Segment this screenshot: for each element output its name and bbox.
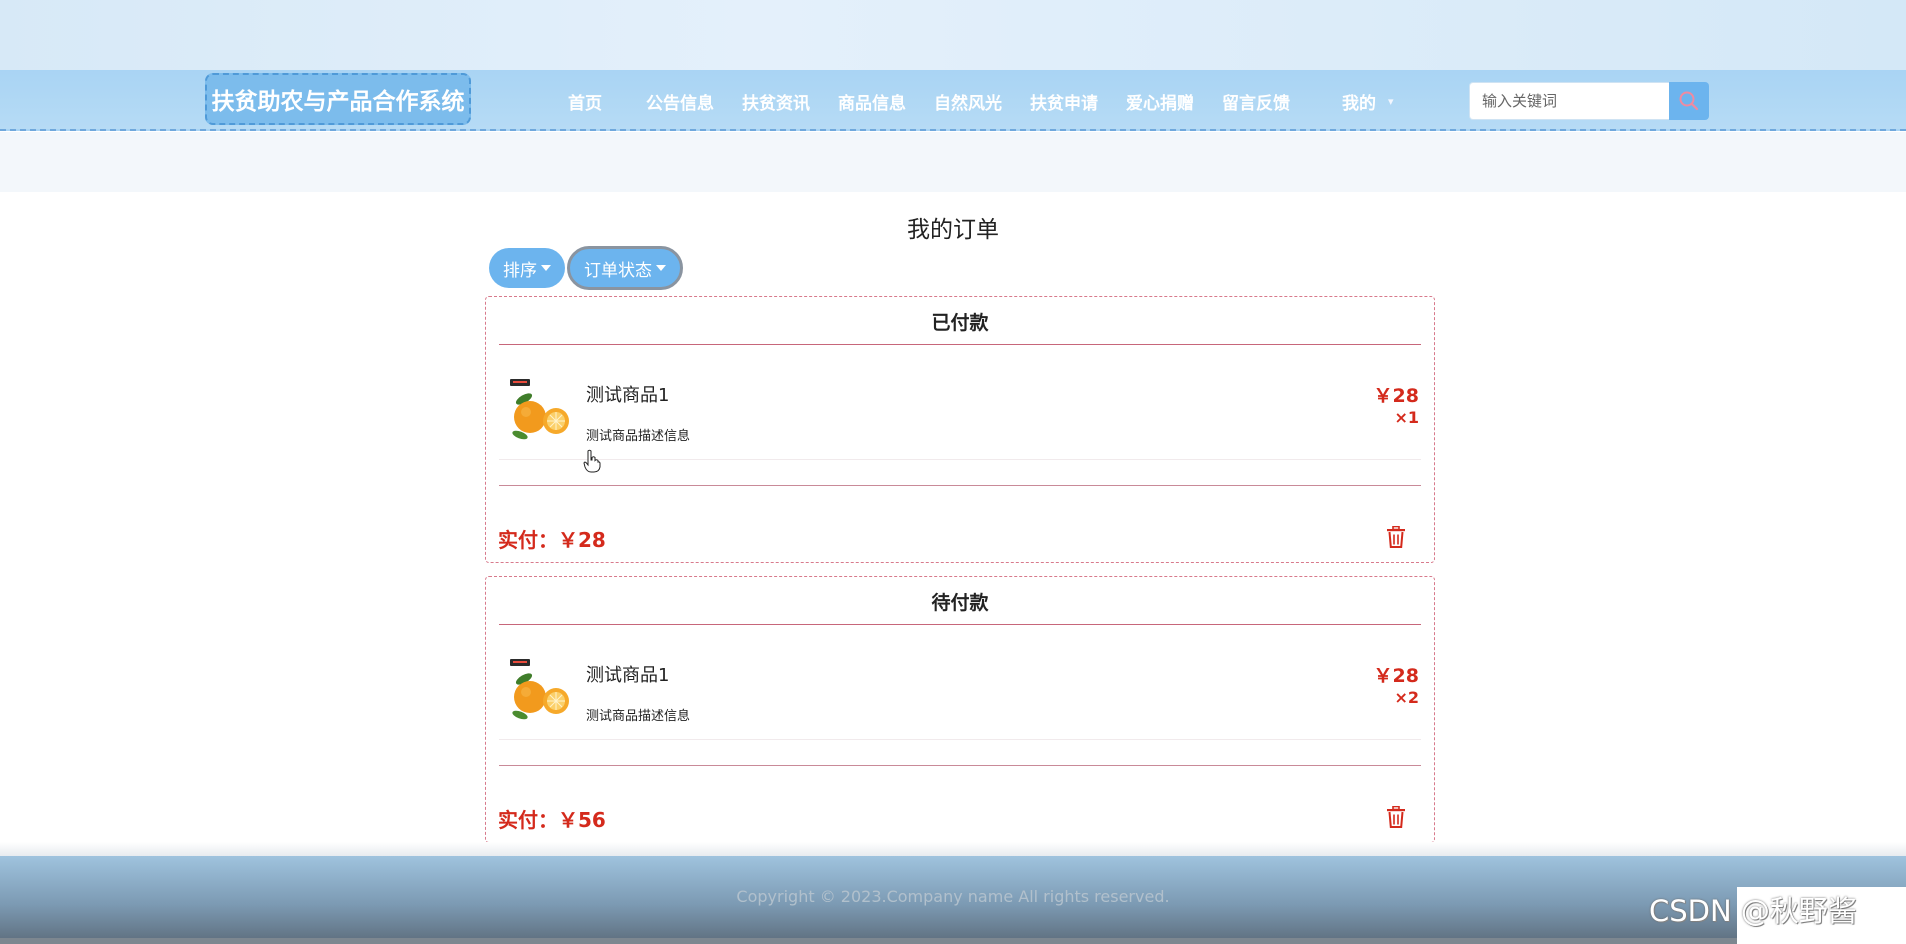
trash-icon[interactable] (1386, 526, 1406, 548)
paid-total: 实付：￥28 (498, 524, 606, 553)
product-thumbnail[interactable] (506, 657, 576, 727)
divider (499, 485, 1421, 486)
nav-item-announcements[interactable]: 公告信息 (646, 88, 714, 114)
paid-amount: ￥28 (558, 528, 606, 552)
nav-item-feedback[interactable]: 留言反馈 (1222, 88, 1290, 114)
product-price: ￥28 (1373, 665, 1419, 687)
chevron-down-icon: ▾ (1388, 94, 1394, 108)
nav-item-products[interactable]: 商品信息 (838, 88, 906, 114)
nav-item-aid-application[interactable]: 扶贫申请 (1030, 88, 1098, 114)
nav-item-mine[interactable]: 我的 ▾ (1342, 88, 1394, 114)
divider (499, 624, 1421, 625)
paid-amount: ￥56 (558, 808, 606, 832)
watermark: CSDN @秋野酱 (1649, 894, 1857, 928)
search-icon (1679, 91, 1699, 111)
order-status: 已付款 (931, 312, 989, 334)
header-under-band (0, 132, 1906, 192)
search-input[interactable] (1469, 82, 1669, 120)
sort-label: 排序 (503, 260, 537, 281)
product-description: 测试商品描述信息 (586, 709, 691, 724)
product-name[interactable]: 测试商品1 (586, 381, 669, 407)
paid-label: 实付： (498, 808, 558, 832)
product-quantity: ×1 (1394, 408, 1419, 427)
order-status-dropdown-button[interactable]: 订单状态 (567, 246, 683, 290)
caret-down-icon (541, 265, 551, 271)
divider (499, 765, 1421, 766)
search-button[interactable] (1669, 82, 1709, 120)
page-title: 我的订单 (907, 217, 999, 243)
hand-cursor-icon (583, 449, 601, 473)
paid-total: 实付：￥56 (498, 804, 606, 833)
nav-item-scenery[interactable]: 自然风光 (934, 88, 1002, 114)
nav-item-home[interactable]: 首页 (568, 88, 602, 114)
product-thumbnail[interactable] (506, 377, 576, 447)
sort-dropdown-button[interactable]: 排序 (489, 248, 565, 288)
nav-item-poverty-news[interactable]: 扶贫资讯 (742, 88, 810, 114)
caret-down-icon (656, 265, 666, 271)
order-card: 待付款 测试商品1 测试商品描述信息 ￥28 ×2 实付：￥56 (485, 576, 1435, 843)
divider (499, 739, 1421, 740)
paid-label: 实付： (498, 528, 558, 552)
footer-edge (0, 938, 1906, 944)
divider (499, 344, 1421, 345)
order-status-label: 订单状态 (584, 260, 652, 281)
site-logo-title[interactable]: 扶贫助农与产品合作系统 (205, 73, 471, 125)
product-quantity: ×2 (1394, 688, 1419, 707)
order-status: 待付款 (931, 592, 989, 614)
footer-shade (0, 842, 1906, 857)
product-price: ￥28 (1373, 385, 1419, 407)
nav-item-donation[interactable]: 爱心捐赠 (1126, 88, 1194, 114)
footer-copyright: Copyright © 2023.Company name All rights… (736, 887, 1170, 906)
nav-item-mine-label: 我的 (1342, 93, 1376, 114)
divider (499, 459, 1421, 460)
product-description: 测试商品描述信息 (586, 429, 691, 444)
header-top-band (0, 0, 1906, 70)
product-name[interactable]: 测试商品1 (586, 661, 669, 687)
order-card: 已付款 测试商品1 测试商品描述信息 ￥28 ×1 实付：￥28 (485, 296, 1435, 563)
trash-icon[interactable] (1386, 806, 1406, 828)
